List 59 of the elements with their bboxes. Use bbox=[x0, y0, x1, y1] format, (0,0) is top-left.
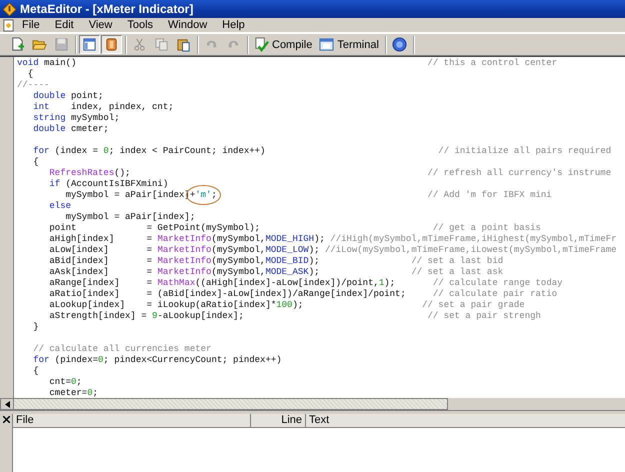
save-icon bbox=[54, 37, 69, 52]
code-line: // calculate all currencies meter bbox=[32, 344, 212, 354]
close-icon[interactable] bbox=[2, 416, 10, 423]
menu-item[interactable]: Help bbox=[215, 19, 253, 31]
scissors-icon bbox=[132, 37, 147, 52]
menu-item[interactable]: File bbox=[15, 19, 48, 31]
code-line: aLow[index] = MarketInfo(mySymbol,MODE_LOW); //iLow(mySymbol,mTimeFrame,iLowest(mySymbol,mTimeFrame bbox=[48, 245, 617, 255]
code-line: } bbox=[32, 322, 39, 332]
code-line: { bbox=[26, 69, 34, 79]
code-line: mySymbol = aPair[index]; bbox=[64, 212, 196, 222]
code-line: for (index = 0; index < PairCount; index++) // initialize all pairs required bbox=[32, 146, 612, 156]
toolbox-button[interactable] bbox=[101, 35, 122, 54]
code-line: { bbox=[32, 157, 39, 167]
document-icon[interactable] bbox=[2, 18, 15, 32]
copy-icon bbox=[154, 37, 169, 52]
code-line: else bbox=[48, 201, 72, 211]
code-line: aRatio[index] = (aBid[index]-aLow[index])/aRange[index]/point; // calculate pair ratio bbox=[48, 289, 558, 299]
column-header[interactable]: Text bbox=[306, 414, 625, 427]
menu-item[interactable]: View bbox=[82, 19, 120, 31]
code-line: cnt=0; bbox=[48, 377, 82, 387]
paste-icon bbox=[176, 37, 191, 52]
compile-button[interactable]: Compile bbox=[251, 35, 316, 54]
code-line: if (AccountIsIBFXmini) bbox=[48, 179, 168, 189]
code-line: aAsk[index] = MarketInfo(mySymbol,MODE_ASK); // set a last ask bbox=[48, 267, 504, 277]
code-line: aStrength[index] = 9-aLookup[index]; // set a pair strengh bbox=[48, 311, 541, 321]
window-icon bbox=[82, 37, 97, 52]
code-line: cmeter=0; bbox=[48, 388, 98, 398]
code-line: void main() // this a control center bbox=[17, 58, 558, 68]
code-line: aLookup[index] = iLookup(aRatio[index]*100); // set a pair grade bbox=[48, 300, 525, 310]
menu-item[interactable]: Tools bbox=[120, 19, 162, 31]
code-line: //---- bbox=[17, 80, 50, 90]
code-editor[interactable] bbox=[14, 57, 625, 398]
new-file-icon bbox=[10, 37, 25, 52]
code-line: { bbox=[32, 366, 39, 376]
code-line: // Add 'm for IBFX mini bbox=[426, 190, 552, 200]
code-line: for (pindex=0; pindex<CurrencyCount; pindex++) bbox=[32, 355, 282, 365]
left-arrow-icon[interactable] bbox=[4, 400, 10, 408]
column-header[interactable]: File bbox=[13, 414, 251, 427]
menu-item[interactable]: Edit bbox=[48, 19, 82, 31]
code-line: RefreshRates(); // refresh all currency's instrume bbox=[48, 168, 612, 178]
app-logo-icon bbox=[3, 2, 16, 16]
code-line: string mySymbol; bbox=[32, 113, 120, 123]
navigator-button[interactable] bbox=[79, 35, 100, 54]
horizontal-scrollbar[interactable] bbox=[0, 398, 448, 410]
code-line: int index, pindex, cnt; bbox=[32, 102, 174, 112]
menu-item[interactable]: Window bbox=[161, 19, 216, 31]
column-header[interactable]: Line bbox=[251, 414, 306, 427]
code-line: double point; bbox=[32, 91, 104, 101]
code-line: aHigh[index] = MarketInfo(mySymbol,MODE_HIGH); //iHigh(mySymbol,mTimeFrame,iHighest(mySymbol,mTimeFr bbox=[48, 234, 617, 244]
code-line: double cmeter; bbox=[32, 124, 109, 134]
circle-icon bbox=[392, 37, 407, 52]
book-icon bbox=[104, 37, 119, 52]
check-document-icon bbox=[254, 37, 269, 52]
code-line: aBid[index] = MarketInfo(mySymbol,MODE_BID); // set a last bid bbox=[48, 256, 504, 266]
code-line: point = GetPoint(mySymbol); // get a point basis bbox=[48, 223, 541, 233]
terminal-button[interactable]: Terminal bbox=[316, 35, 382, 54]
code-line: aRange[index] = MathMax((aHigh[index]-aLow[index])/point,1); // calculate range today bbox=[48, 278, 563, 288]
window-title: MetaEditor - [xMeter Indicator] bbox=[20, 2, 194, 16]
window-icon bbox=[319, 37, 334, 52]
